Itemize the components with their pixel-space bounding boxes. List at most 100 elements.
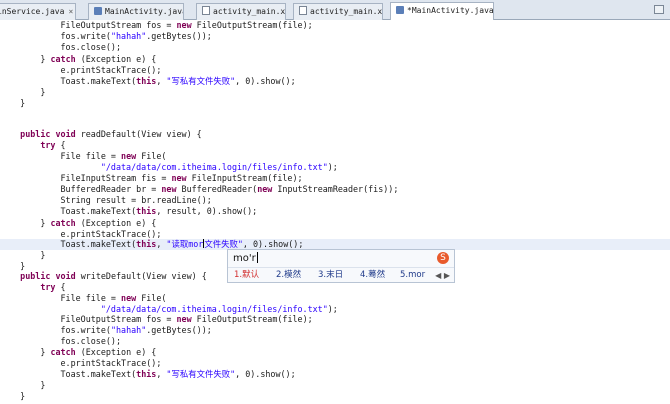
code-line[interactable]: e.printStackTrace(); — [0, 65, 670, 76]
code-line[interactable] — [0, 109, 670, 120]
code-line[interactable]: File file = new File( — [0, 293, 670, 304]
code-token: "/data/data/com.itheima.login/files/info… — [100, 304, 328, 314]
ime-logo-icon: S — [437, 252, 449, 264]
code-line[interactable]: } catch (Exception e) { — [0, 54, 670, 65]
code-token: Toast.makeText( — [60, 76, 137, 86]
code-line[interactable]: File file = new File( — [0, 151, 670, 162]
ime-candidate-window: mo'r S 1.默认 2.模然 3.末日 4.蓦然 5.mor ◀ ▶ — [227, 249, 455, 283]
code-line[interactable]: } — [0, 380, 670, 391]
code-line[interactable]: } catch (Exception e) { — [0, 347, 670, 358]
ime-candidate[interactable]: 2.模然 — [276, 269, 301, 282]
code-line[interactable]: public void readDefault(View view) { — [0, 129, 670, 140]
ime-candidate[interactable]: 4.蓦然 — [360, 269, 385, 282]
code-token: catch — [50, 54, 76, 64]
minimize-editor-icon[interactable] — [654, 5, 664, 14]
ime-candidate[interactable]: 5.mor — [400, 269, 425, 282]
code-token: } — [40, 87, 46, 97]
code-line[interactable]: } — [0, 391, 670, 402]
code-line[interactable]: fos.write("hahah".getBytes()); — [0, 31, 670, 42]
editor-tab[interactable]: MainActivity.java× — [88, 3, 184, 20]
code-token: BufferedReader br = — [60, 184, 162, 194]
code-line[interactable]: e.printStackTrace(); — [0, 229, 670, 240]
code-token: } — [40, 54, 51, 64]
code-line[interactable]: FileOutputStream fos = new FileOutputStr… — [0, 20, 670, 31]
editor-tab[interactable]: activity_main.xml× — [196, 3, 286, 20]
code-token: fos.write( — [60, 31, 111, 41]
java-file-icon — [396, 6, 404, 14]
code-token: new — [161, 184, 177, 194]
code-line[interactable]: "/data/data/com.itheima.login/files/info… — [0, 162, 670, 173]
code-token: new — [171, 173, 187, 183]
java-file-icon — [94, 7, 102, 15]
code-token: new — [176, 314, 192, 324]
editor-tab[interactable]: inService.java × — [0, 3, 76, 20]
code-line[interactable]: } — [0, 87, 670, 98]
code-line[interactable]: Toast.makeText(this, "写私有文件失败", 0).show(… — [0, 369, 670, 380]
code-token: { — [55, 282, 66, 292]
code-token: } — [40, 380, 46, 390]
editor-tab[interactable]: activity_main.xml× — [293, 3, 383, 20]
code-line[interactable]: FileOutputStream fos = new FileOutputStr… — [0, 314, 670, 325]
code-line[interactable]: BufferedReader br = new BufferedReader(n… — [0, 184, 670, 195]
code-token: e.printStackTrace(); — [60, 229, 162, 239]
code-token: try — [40, 282, 56, 292]
ime-candidate-list: 1.默认 2.模然 3.末日 4.蓦然 5.mor ◀ ▶ — [228, 267, 454, 283]
editor-tab-label: MainActivity.java — [105, 7, 184, 16]
code-token: catch — [50, 218, 76, 228]
code-token: { — [55, 140, 66, 150]
code-line[interactable]: String result = br.readLine(); — [0, 195, 670, 206]
code-token: writeDefault(View view) { — [75, 271, 207, 281]
code-token: File( — [136, 151, 167, 161]
code-token: .getBytes()); — [146, 31, 212, 41]
code-token: } — [20, 261, 26, 271]
close-tab-icon[interactable]: × — [68, 7, 73, 16]
code-token: FileOutputStream fos = — [60, 314, 177, 324]
code-line[interactable]: try { — [0, 282, 670, 293]
editor-tab-label: *MainActivity.java — [407, 6, 494, 15]
code-token: , 0).show(); — [235, 76, 296, 86]
code-line[interactable]: Toast.makeText(this, "写私有文件失败", 0).show(… — [0, 76, 670, 87]
xml-file-icon — [202, 6, 210, 15]
ime-candidate[interactable]: 3.末日 — [318, 269, 343, 282]
ime-candidate[interactable]: 1.默认 — [234, 269, 259, 282]
code-line[interactable]: FileInputStream fis = new FileInputStrea… — [0, 173, 670, 184]
code-line[interactable]: try { — [0, 140, 670, 151]
code-token: "/data/data/com.itheima.login/files/info… — [100, 162, 328, 172]
code-token: ); — [327, 162, 338, 172]
code-token: FileOutputStream(file); — [191, 20, 313, 30]
code-line[interactable]: } catch (Exception e) { — [0, 218, 670, 229]
code-line[interactable]: "/data/data/com.itheima.login/files/info… — [0, 304, 670, 315]
code-token: } — [40, 250, 46, 260]
code-line[interactable]: fos.write("hahah".getBytes()); — [0, 325, 670, 336]
code-line[interactable]: fos.close(); — [0, 42, 670, 53]
xml-file-icon — [299, 6, 307, 15]
code-line[interactable]: } — [0, 98, 670, 109]
code-token: BufferedReader( — [176, 184, 258, 194]
code-token: "写私有文件失败" — [166, 369, 236, 379]
code-token: } — [40, 347, 51, 357]
code-token: File file = — [60, 293, 122, 303]
code-line[interactable]: Toast.makeText(this, result, 0).show(); — [0, 206, 670, 217]
code-editor[interactable]: FileOutputStream fos = new FileOutputStr… — [0, 20, 670, 404]
editor-tab[interactable]: *MainActivity.java× — [390, 2, 494, 20]
code-line[interactable]: fos.close(); — [0, 336, 670, 347]
code-token: fos.close(); — [60, 336, 122, 346]
code-line[interactable]: e.printStackTrace(); — [0, 358, 670, 369]
code-line[interactable]: Toast.makeText(this, "读取mor文件失败", 0).sho… — [0, 239, 670, 250]
ime-page-arrows-icon[interactable]: ◀ ▶ — [435, 269, 450, 282]
code-token: try — [40, 140, 56, 150]
code-token: "hahah" — [110, 325, 147, 335]
code-token: FileOutputStream(file); — [191, 314, 313, 324]
editor-tab-bar: inService.java×MainActivity.java×activit… — [0, 0, 670, 20]
code-token: this — [136, 206, 157, 216]
code-token: fos.write( — [60, 325, 111, 335]
